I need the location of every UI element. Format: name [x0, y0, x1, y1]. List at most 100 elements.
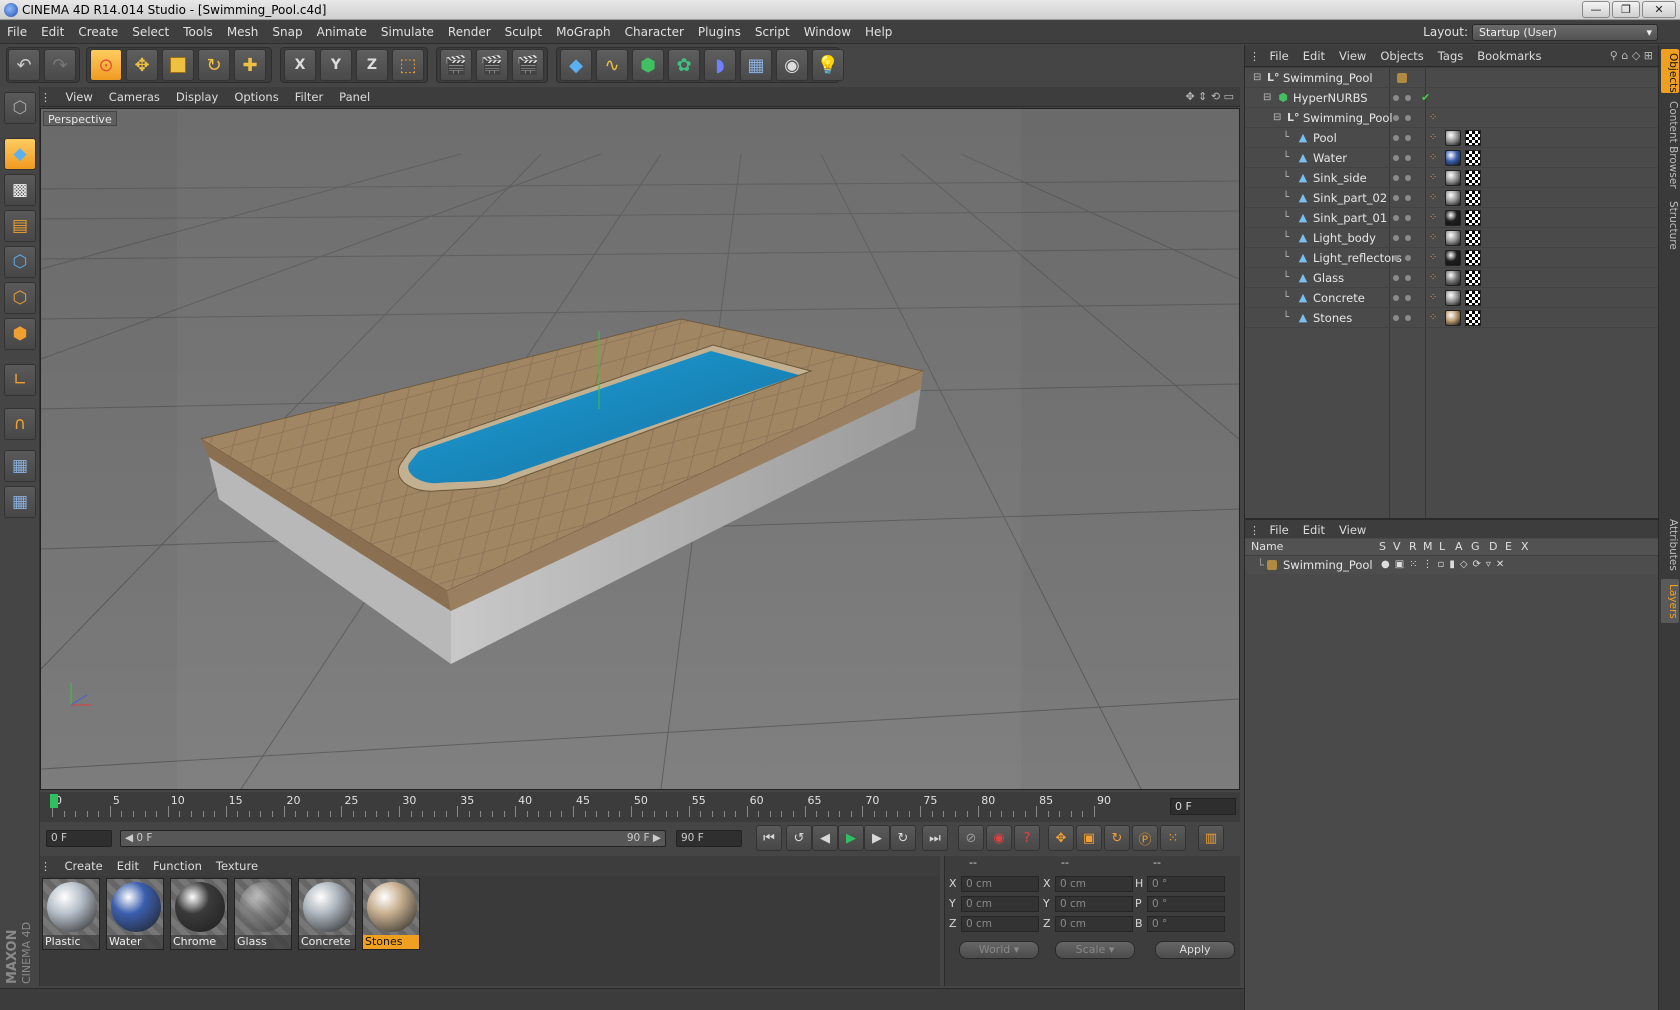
viewport-menu-panel[interactable]: Panel — [331, 87, 378, 107]
object-row[interactable]: └ ▲ Light_body ⁘ — [1245, 228, 1659, 248]
layer-column-x[interactable]: X — [1521, 539, 1529, 555]
phong-tag-icon[interactable]: ⁘ — [1429, 252, 1441, 264]
layer-menu-file[interactable]: File — [1263, 520, 1296, 540]
object-menu-objects[interactable]: Objects — [1373, 45, 1430, 67]
object-manager-search-icons[interactable]: ⚲ ⌂ ◇ ⊞ — [1610, 45, 1653, 67]
object-row[interactable]: └ ▲ Pool ⁘ — [1245, 128, 1659, 148]
coordinate-space-select[interactable]: World ▾ — [959, 941, 1039, 959]
end-frame-field[interactable]: 90 F — [676, 830, 742, 847]
redo-button[interactable]: ↷ — [44, 49, 76, 81]
uvw-tag-icon[interactable] — [1465, 170, 1481, 186]
material-menu-edit[interactable]: Edit — [110, 856, 146, 876]
uvw-tag-icon[interactable] — [1465, 290, 1481, 306]
camera-icon[interactable]: ◉ — [776, 49, 808, 81]
render-settings-icon[interactable]: 🎬 — [512, 49, 544, 81]
layer-row[interactable]: └ Swimming_Pool ●▣⁙⋮▫▮◇⟳▿✕ — [1245, 556, 1659, 574]
material-tag-icon[interactable] — [1445, 290, 1461, 306]
snap-magnet-icon[interactable]: ∩ — [4, 408, 36, 440]
recent-tool-icon[interactable]: ✚ — [234, 49, 266, 81]
start-frame-field[interactable]: 0 F — [46, 830, 112, 847]
coord-value-field[interactable]: 0 cm — [1055, 876, 1133, 892]
live-selection-icon[interactable]: ⊙ — [90, 49, 122, 81]
apply-button[interactable]: Apply — [1155, 941, 1235, 959]
perspective-viewport[interactable]: Perspective — [40, 108, 1240, 790]
coord-value-field[interactable]: 0 cm — [961, 916, 1039, 932]
layer-column-e[interactable]: E — [1505, 539, 1512, 555]
workplane-lock-icon[interactable]: ▦ — [4, 450, 36, 482]
timeline[interactable]: 0 5 10 15 20 25 30 35 40 45 50 55 60 65 70 75 80 85 90 0 F — [40, 792, 1240, 822]
object-row[interactable]: ⊟ L° Swimming_Pool — [1245, 68, 1659, 88]
render-visibility-dot[interactable] — [1405, 155, 1411, 161]
texture-mode-icon[interactable]: ▩ — [4, 174, 36, 206]
menu-plugins[interactable]: Plugins — [691, 21, 748, 44]
next-frame-icon[interactable]: ▶ — [864, 825, 890, 851]
layer-column-d[interactable]: D — [1489, 539, 1497, 555]
menu-simulate[interactable]: Simulate — [374, 21, 441, 44]
object-row[interactable]: ⊟ ⬢ HyperNURBS ✔ — [1245, 88, 1659, 108]
viewport-nav-icons[interactable]: ✥ ⇕ ⟲ ▭ — [1185, 87, 1234, 107]
object-row[interactable]: └ ▲ Glass ⁘ — [1245, 268, 1659, 288]
material-swatch[interactable]: Plastic — [42, 878, 100, 950]
layer-menu-view[interactable]: View — [1332, 520, 1373, 540]
layer-menu-edit[interactable]: Edit — [1296, 520, 1332, 540]
phong-tag-icon[interactable]: ⁘ — [1429, 232, 1441, 244]
viewport-menu-view[interactable]: View — [58, 87, 101, 107]
uvw-tag-icon[interactable] — [1465, 130, 1481, 146]
editor-visibility-dot[interactable] — [1393, 95, 1399, 101]
menu-snap[interactable]: Snap — [265, 21, 309, 44]
editor-visibility-dot[interactable] — [1393, 295, 1399, 301]
material-tag-icon[interactable] — [1445, 190, 1461, 206]
object-row[interactable]: └ ▲ Sink_side ⁘ — [1245, 168, 1659, 188]
timeline-window-icon[interactable]: ▥ — [1198, 825, 1224, 851]
editor-visibility-dot[interactable] — [1393, 175, 1399, 181]
preview-range-slider[interactable]: ◀ 0 F 90 F ▶ — [120, 830, 666, 847]
render-view-icon[interactable]: 🎬 — [440, 49, 472, 81]
current-frame-field[interactable]: 0 F — [1170, 798, 1236, 815]
render-visibility-dot[interactable] — [1405, 315, 1411, 321]
viewport-menu-cameras[interactable]: Cameras — [101, 87, 168, 107]
editor-visibility-dot[interactable] — [1393, 155, 1399, 161]
material-menu-create[interactable]: Create — [58, 856, 110, 876]
menu-file[interactable]: File — [0, 21, 34, 44]
layer-column-name[interactable]: Name — [1251, 539, 1283, 555]
polygons-mode-icon[interactable]: ⬢ — [4, 318, 36, 350]
menu-sculpt[interactable]: Sculpt — [498, 21, 549, 44]
layer-color-swatch[interactable] — [1267, 560, 1277, 570]
editor-visibility-dot[interactable] — [1393, 235, 1399, 241]
tab-objects[interactable]: Objects — [1661, 49, 1679, 93]
material-menu-texture[interactable]: Texture — [209, 856, 265, 876]
go-to-start-icon[interactable]: ⏮ — [756, 825, 782, 851]
phong-tag-icon[interactable]: ⁘ — [1429, 212, 1441, 224]
coord-value-field[interactable]: 0 cm — [1055, 916, 1133, 932]
coord-value-field[interactable]: 0 cm — [961, 876, 1039, 892]
editor-visibility-dot[interactable] — [1393, 315, 1399, 321]
undo-button[interactable]: ↶ — [8, 49, 40, 81]
material-tag-icon[interactable] — [1445, 230, 1461, 246]
phong-tag-icon[interactable]: ⁘ — [1429, 172, 1441, 184]
play-icon[interactable]: ▶ — [838, 825, 864, 851]
cube-icon[interactable]: ◆ — [560, 49, 592, 81]
points-mode-icon[interactable]: ⬡ — [4, 246, 36, 278]
phong-tag-icon[interactable]: ⁘ — [1429, 152, 1441, 164]
next-key-icon[interactable]: ↻ — [890, 825, 916, 851]
maximize-button[interactable]: ❐ — [1612, 1, 1640, 18]
menu-select[interactable]: Select — [125, 21, 176, 44]
menu-script[interactable]: Script — [748, 21, 797, 44]
nurbs-icon[interactable]: ⬢ — [632, 49, 664, 81]
coord-value-field[interactable]: 0 cm — [1055, 896, 1133, 912]
phong-tag-icon[interactable]: ⁘ — [1429, 292, 1441, 304]
layer-flags[interactable]: ●▣⁙⋮▫▮◇⟳▿✕ — [1381, 556, 1509, 574]
z-axis-lock-button[interactable]: Z — [356, 49, 388, 81]
coordinate-system-icon[interactable]: ⬚ — [392, 49, 424, 81]
object-row[interactable]: └ ▲ Sink_part_01 ⁘ — [1245, 208, 1659, 228]
menu-character[interactable]: Character — [618, 21, 691, 44]
material-menu-function[interactable]: Function — [146, 856, 209, 876]
layer-column-s[interactable]: S — [1379, 539, 1386, 555]
layer-column-l[interactable]: L — [1439, 539, 1445, 555]
edges-mode-icon[interactable]: ⬡ — [4, 282, 36, 314]
make-editable-icon[interactable]: ⬡ — [4, 92, 36, 124]
phong-tag-icon[interactable]: ⁘ — [1429, 112, 1441, 124]
menu-help[interactable]: Help — [858, 21, 899, 44]
workplane-icon[interactable]: ▤ — [4, 210, 36, 242]
editor-visibility-dot[interactable] — [1393, 255, 1399, 261]
